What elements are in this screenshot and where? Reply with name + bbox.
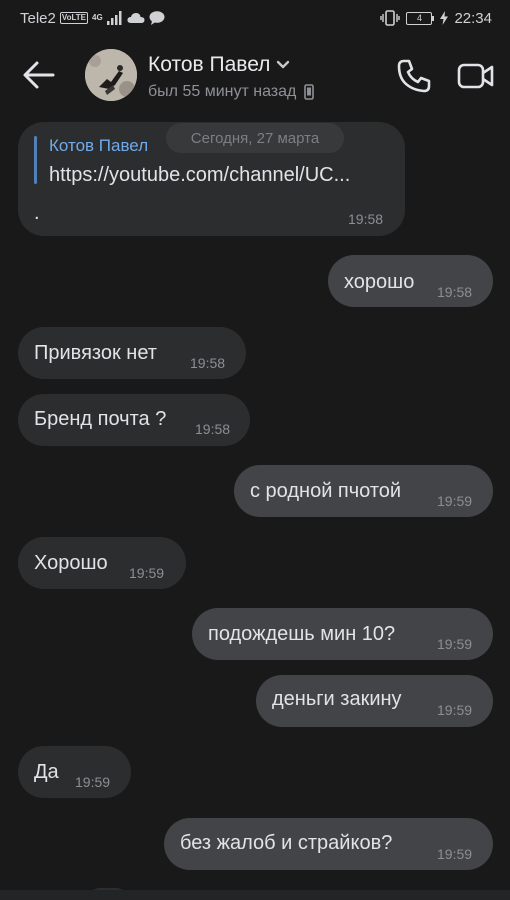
mobile-device-icon [304,84,315,100]
message-incoming[interactable]: Хорошо 19:59 [18,537,186,589]
message-time: 19:59 [437,493,473,509]
vibrate-icon [380,10,401,26]
contact-title[interactable]: Котов Павел был 55 минут назад [148,53,315,101]
carrier-label: Tele2 [20,9,56,27]
message-time: 19:59 [129,565,165,581]
battery-icon: 4 [406,11,435,25]
message-outgoing[interactable]: с родной пчотой 19:59 [234,465,493,517]
message-text: хорошо [344,271,415,293]
message-time: 19:58 [437,284,473,300]
call-phone-icon[interactable] [396,58,432,94]
message-notification-icon [149,11,165,25]
message-incoming[interactable]: Да 19:59 [18,746,131,798]
back-arrow-icon[interactable] [22,60,56,90]
message-outgoing[interactable]: подождешь мин 10? 19:59 [192,608,493,660]
reply-author[interactable]: Котов Павел [49,136,148,156]
video-call-icon[interactable] [457,60,495,92]
message-text: Привязок нет [34,342,157,364]
chat-header: Котов Павел был 55 минут назад [0,36,510,114]
message-text: . [34,202,40,224]
message-outgoing[interactable]: хорошо 19:58 [328,255,493,307]
message-text: без жалоб и страйков? [180,832,393,854]
message-incoming[interactable]: Бренд почта ? 19:58 [18,394,250,446]
message-outgoing[interactable]: деньги закину 19:59 [256,675,493,727]
charging-icon [440,11,449,25]
last-seen-status: был 55 минут назад [148,83,297,100]
network-type-label: 4G [92,13,103,22]
message-text: деньги закину [272,688,402,710]
message-time: 19:59 [437,846,473,862]
message-text: с родной пчотой [250,480,402,502]
date-separator: Сегодня, 27 марта [166,123,344,153]
cloud-icon [127,13,145,23]
message-incoming[interactable]: Привязок нет 19:58 [18,327,246,379]
message-text: Хорошо [34,552,108,574]
message-text: Да [34,761,59,783]
message-text: Бренд почта ? [34,408,167,430]
avatar-image [85,49,137,101]
chat-screen: Tele2 VoLTE 4G 4 22:34 Котов Павел был 5… [0,0,510,900]
message-time: 19:59 [75,774,111,790]
message-time: 19:59 [437,702,473,718]
volte-icon: VoLTE [59,12,89,24]
clock: 22:34 [454,9,492,27]
signal-icon [106,11,122,25]
message-time: 19:58 [195,421,231,437]
message-link[interactable]: https://youtube.com/channel/UC... [49,164,350,187]
message-time: 19:59 [437,636,473,652]
message-time: 19:58 [190,355,226,371]
contact-name: Котов Павел [148,53,271,76]
status-bar: Tele2 VoLTE 4G 4 22:34 [0,0,510,36]
reply-quote-bar [34,136,37,184]
message-text: подождешь мин 10? [208,623,396,645]
message-outgoing[interactable]: без жалоб и страйков? 19:59 [164,818,493,870]
avatar[interactable] [85,49,137,101]
message-time: 19:58 [348,211,384,227]
chevron-down-icon [277,60,290,69]
battery-level: 4 [406,11,433,25]
composer-edge [0,890,510,900]
